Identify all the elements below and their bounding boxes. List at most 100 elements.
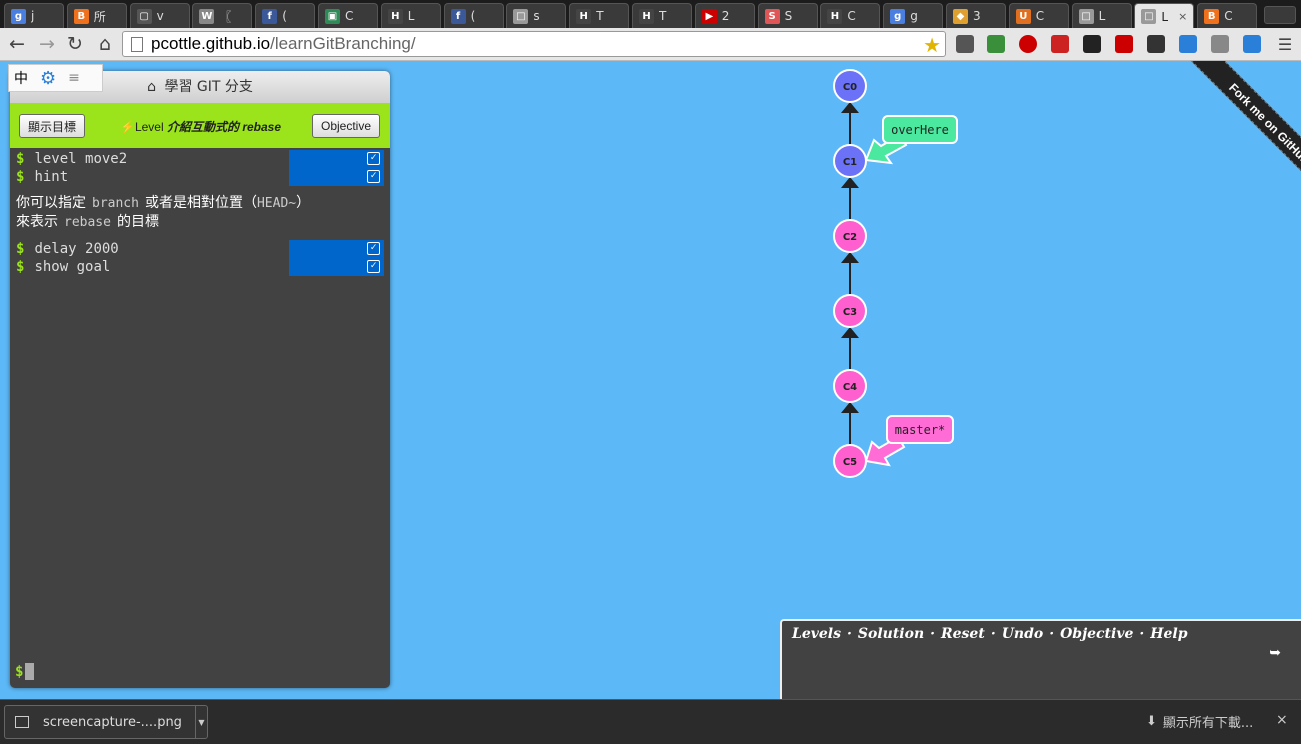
browser-tab[interactable]: HT: [569, 3, 630, 28]
extension-icon[interactable]: [1115, 35, 1133, 53]
reload-icon[interactable]: ↻: [64, 33, 86, 55]
ime-language[interactable]: 中: [14, 68, 28, 88]
tab-title: L: [1161, 9, 1169, 24]
command-text: level move2: [34, 151, 128, 167]
download-item[interactable]: screencapture-....png ▼: [4, 705, 208, 739]
branch-overhere[interactable]: overHere: [891, 123, 949, 137]
close-icon[interactable]: ×: [1276, 712, 1288, 728]
objective-button[interactable]: Objective: [312, 114, 381, 138]
tab-favicon-icon: B: [1204, 8, 1220, 24]
command-text: delay 2000: [34, 241, 119, 257]
home-icon[interactable]: ⌂: [94, 33, 116, 55]
link-separator: ·: [1139, 626, 1145, 642]
browser-tab[interactable]: W 〖: [192, 3, 253, 28]
extension-icon[interactable]: [956, 35, 974, 53]
browser-tab[interactable]: HT: [632, 3, 692, 28]
forward-arrow-icon[interactable]: →: [36, 33, 58, 55]
browser-tab[interactable]: HL: [380, 3, 441, 28]
command-text: show goal: [34, 259, 111, 275]
text-cursor: [25, 663, 35, 680]
camera-icon[interactable]: [1243, 35, 1261, 53]
browser-tab[interactable]: f(: [443, 3, 504, 28]
menu-icon[interactable]: ☰: [1274, 33, 1296, 55]
level-toolbar: 顯示目標 ⚡Level 介紹互動式的 rebase Objective: [10, 103, 390, 148]
browser-tab[interactable]: SS: [757, 3, 818, 28]
download-shelf: screencapture-....png ▼ ⬇ 顯示所有下載... ×: [0, 699, 1301, 744]
browser-tab[interactable]: B所: [66, 3, 127, 28]
gear-icon[interactable]: ⚙: [40, 68, 56, 89]
browser-tab[interactable]: □ s: [506, 3, 567, 28]
tab-favicon-icon: ◆: [953, 8, 968, 24]
browser-tab[interactable]: ▣ C: [318, 3, 378, 28]
command-text: hint: [34, 169, 69, 185]
command-status: ✓: [289, 168, 384, 186]
terminal-window: ⌂ 學習 GIT 分支 顯示目標 ⚡Level 介紹互動式的 rebase Ob…: [10, 71, 390, 688]
back-arrow-icon[interactable]: ←: [6, 33, 28, 55]
command-status: ✓: [289, 150, 384, 168]
command-entry: ✓ $ delay 2000: [10, 240, 390, 258]
tab-favicon-icon: ▶: [701, 8, 717, 24]
chevron-down-icon[interactable]: ▼: [195, 706, 207, 738]
browser-tab[interactable]: ▶ 2: [694, 3, 755, 28]
bookmark-star-icon[interactable]: ★: [923, 33, 941, 58]
browser-tab[interactable]: gj: [4, 3, 64, 28]
browser-tab[interactable]: HC: [820, 3, 881, 28]
close-icon[interactable]: ×: [1178, 10, 1187, 23]
commit-node[interactable]: [833, 144, 867, 178]
commit-node[interactable]: [833, 369, 867, 403]
browser-tab[interactable]: □ L: [1071, 3, 1132, 28]
tab-favicon-icon: □: [513, 8, 529, 24]
hint-text-part: 的目標: [116, 214, 159, 230]
browser-tab[interactable]: UC: [1008, 3, 1069, 28]
tab-strip: g j B 所 ▢ v W 〖 f(▣ C H Lf(□ s H T H T ▶ 2 S S H Cg g ◆ 3 U C □ L □ L × B…: [0, 0, 1301, 29]
commit-node[interactable]: [833, 219, 867, 253]
new-tab-button[interactable]: [1264, 6, 1296, 24]
checkbox-checked-icon: ✓: [367, 170, 380, 183]
browser-tab[interactable]: ◆ 3: [946, 3, 1006, 28]
command-link-solution[interactable]: Solution: [858, 626, 924, 642]
extension-icon[interactable]: [1147, 35, 1165, 53]
tab-title: T: [596, 9, 604, 23]
browser-tab[interactable]: f(: [255, 3, 316, 28]
hint-text-part: 來表示: [16, 214, 58, 230]
command-link-reset[interactable]: Reset: [941, 626, 985, 642]
browser-tab[interactable]: □ L ×: [1134, 3, 1195, 29]
browser-tab[interactable]: BC: [1197, 3, 1258, 28]
browser-tab[interactable]: gg: [883, 3, 944, 28]
command-status: ✓: [289, 258, 384, 276]
extension-icon[interactable]: [1083, 35, 1101, 53]
tab-favicon-icon: B: [73, 8, 89, 24]
menu-icon[interactable]: ≡: [68, 70, 80, 86]
link-icon[interactable]: [1211, 35, 1229, 53]
extension-icon[interactable]: [1051, 35, 1069, 53]
prompt-symbol: $: [16, 169, 25, 185]
level-title: ⚡Level 介紹互動式的 rebase: [120, 118, 281, 135]
tab-title: 所: [93, 9, 106, 24]
command-history: ✓ $ delay 2000 ✓ $ show goal: [10, 240, 390, 276]
fork-ribbon-link[interactable]: Fork me on GitHub: [1190, 61, 1301, 201]
commit-node[interactable]: [833, 444, 867, 478]
address-bar[interactable]: pcottle.github.io/learnGitBranching/ ★: [122, 31, 946, 57]
extension-icon[interactable]: [987, 35, 1005, 53]
branch-label-box: [882, 115, 958, 144]
adblock-icon[interactable]: [1019, 35, 1037, 53]
commit-label: C2: [843, 232, 857, 243]
commit-node[interactable]: [833, 294, 867, 328]
hint-code: branch: [92, 196, 139, 211]
show-all-downloads-link[interactable]: ⬇ 顯示所有下載...: [1146, 712, 1253, 731]
command-link-objective[interactable]: Objective: [1060, 626, 1133, 642]
command-link-undo[interactable]: Undo: [1002, 626, 1044, 642]
exit-icon[interactable]: ➥: [1269, 645, 1281, 661]
commit-node[interactable]: [833, 69, 867, 103]
tab-title: C: [1035, 9, 1045, 23]
show-goal-button[interactable]: 顯示目標: [19, 114, 86, 138]
command-link-help[interactable]: Help: [1150, 626, 1187, 642]
tab-favicon-icon: f: [450, 8, 466, 24]
branch-master[interactable]: master*: [895, 423, 946, 437]
command-link-levels[interactable]: Levels: [792, 626, 841, 642]
tab-favicon-icon: ▣: [325, 8, 340, 24]
browser-tab[interactable]: ▢ v: [129, 3, 190, 28]
command-prompt[interactable]: $: [15, 663, 35, 680]
extension-icon[interactable]: [1179, 35, 1197, 53]
tab-favicon-icon: H: [827, 8, 843, 24]
